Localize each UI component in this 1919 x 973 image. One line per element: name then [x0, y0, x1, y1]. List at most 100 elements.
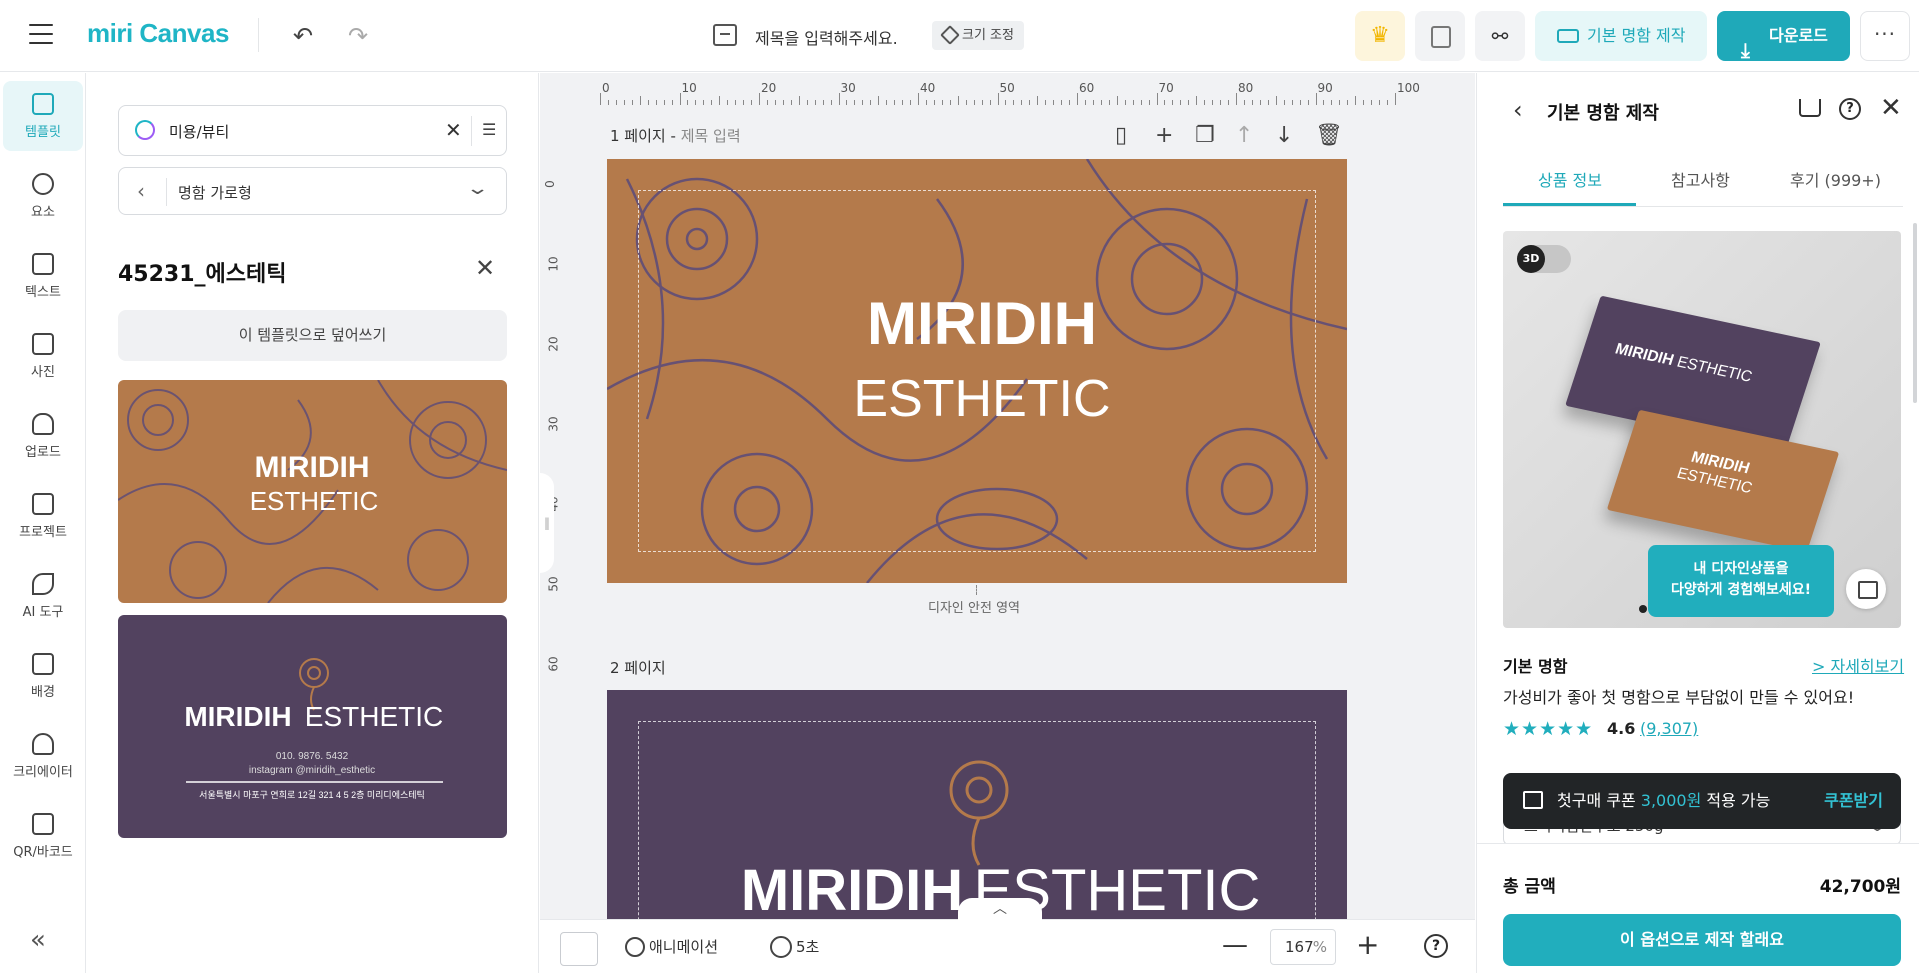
cart-icon[interactable]	[1799, 99, 1821, 117]
zoom-in-icon[interactable]: +	[1356, 928, 1379, 961]
panel-resize-handle[interactable]: ‖	[540, 473, 554, 573]
nav-background[interactable]: 배경	[3, 641, 83, 711]
coupon-banner[interactable]: 첫구매 쿠폰 3,000원 적용 가능 쿠폰받기	[1503, 773, 1901, 829]
folder-icon[interactable]	[713, 24, 737, 46]
rating-value: 4.6	[1607, 719, 1636, 738]
save-button[interactable]	[1415, 11, 1465, 61]
shapes-icon	[32, 173, 54, 195]
nav-ai-tools[interactable]: AI 도구	[3, 561, 83, 631]
nav-photos[interactable]: 사진	[3, 321, 83, 391]
nav-upload[interactable]: 업로드	[3, 401, 83, 471]
template-search[interactable]: 미용/뷰티 ✕ ☰	[118, 105, 507, 156]
duplicate-icon[interactable]: ❐	[1195, 123, 1215, 148]
tab-product-info[interactable]: 상품 정보	[1538, 167, 1602, 191]
thumb2-instagram: instagram @miridih_esthetic	[249, 765, 375, 776]
ruler-minor-tick	[695, 100, 697, 105]
move-up-icon[interactable]: ↑	[1235, 123, 1253, 148]
clear-search-icon[interactable]: ✕	[445, 118, 462, 142]
ruler-minor-tick	[925, 100, 927, 105]
template-thumbnail-front[interactable]: MIRIDIH ESTHETIC	[118, 380, 507, 603]
nav-creator[interactable]: 크리에이터	[3, 721, 83, 791]
ruler-minor-tick	[910, 100, 912, 105]
document-title-input[interactable]: 제목을 입력해주세요.	[755, 25, 898, 49]
nav-qr-barcode[interactable]: QR/바코드	[3, 801, 83, 871]
close-template-icon[interactable]: ✕	[475, 254, 495, 282]
nav-elements[interactable]: 요소	[3, 161, 83, 231]
search-input[interactable]: 미용/뷰티	[169, 121, 229, 142]
collapse-sidebar-icon[interactable]: «	[30, 925, 46, 955]
ruler-minor-tick	[862, 100, 864, 105]
thumb2-graphic: MIRIDIH ESTHETIC 010. 9876. 5432 instagr…	[184, 658, 443, 800]
tab-reviews[interactable]: 후기 (999+)	[1790, 167, 1881, 191]
ruler-minor-tick	[1124, 100, 1126, 105]
resize-button[interactable]: 크기 조정	[932, 21, 1024, 50]
ruler-minor-tick	[1053, 100, 1055, 105]
download-button[interactable]: ⤓ 다운로드	[1717, 11, 1850, 62]
ruler-minor-tick	[1164, 100, 1166, 105]
zoom-out-icon[interactable]: —	[1222, 930, 1248, 960]
page1-title-input[interactable]: 제목 입력	[681, 127, 741, 145]
more-options-button[interactable]: ···	[1860, 11, 1910, 61]
share-button[interactable]: ⚯	[1475, 11, 1525, 61]
image-icon	[32, 333, 54, 355]
redo-icon[interactable]: ↷	[344, 22, 372, 50]
ruler-minor-tick	[1148, 100, 1150, 105]
resize-label: 크기 조정	[962, 28, 1014, 43]
move-down-icon[interactable]: ↓	[1275, 123, 1293, 148]
ruler-minor-tick	[933, 100, 935, 105]
template-thumbnail-back[interactable]: MIRIDIH ESTHETIC 010. 9876. 5432 instagr…	[118, 615, 507, 838]
image-gallery-icon[interactable]	[1846, 569, 1886, 609]
help-icon[interactable]: ?	[1424, 934, 1448, 958]
page-1-canvas[interactable]: MIRIDIH ESTHETIC	[607, 159, 1347, 583]
undo-icon[interactable]: ↶	[289, 22, 317, 50]
delete-icon[interactable]: 🗑	[1315, 123, 1343, 148]
ruler-minor-tick	[671, 100, 673, 105]
ruler-minor-tick	[1307, 100, 1309, 105]
ruler-minor-tick	[1180, 100, 1182, 105]
filter-icon[interactable]: ☰	[482, 120, 496, 139]
get-coupon-button[interactable]: 쿠폰받기	[1824, 773, 1883, 829]
nav-label: 사진	[31, 365, 55, 380]
top-bar: miri Canvas ↶ ↷ 제목을 입력해주세요. 크기 조정 ♛ ⚯ 기본…	[0, 0, 1919, 72]
chevron-left-icon[interactable]: ‹	[137, 179, 145, 203]
hamburger-menu-icon[interactable]	[29, 24, 53, 46]
help-icon[interactable]: ?	[1839, 98, 1861, 120]
plus-icon[interactable]: +	[1155, 123, 1173, 148]
divider	[471, 116, 472, 146]
nav-templates[interactable]: 템플릿	[3, 81, 83, 151]
ruler-tick-label: 20	[546, 336, 561, 352]
ruler-minor-tick	[1005, 100, 1007, 105]
promo-tooltip[interactable]: 내 디자인상품을 다양하게 경험해보세요!	[1648, 545, 1834, 617]
overwrite-template-button[interactable]: 이 템플릿으로 덮어쓰기	[118, 310, 507, 361]
nav-label: 요소	[31, 205, 55, 220]
animation-button[interactable]: 애니메이션	[625, 936, 718, 957]
add-page-icon[interactable]: ▯	[1115, 123, 1127, 148]
order-button[interactable]: 이 옵션으로 제작 할래요	[1503, 914, 1901, 966]
toggle-3d[interactable]: 3D	[1517, 245, 1571, 273]
details-link[interactable]: > 자세히보기	[1812, 653, 1904, 677]
scrollbar[interactable]	[1913, 223, 1917, 403]
category-select[interactable]: ‹ 명함 가로형 ⌄	[118, 167, 507, 215]
duration-button[interactable]: 5초	[770, 936, 819, 958]
nav-projects[interactable]: 프로젝트	[3, 481, 83, 551]
zoom-input[interactable]: 167%	[1270, 929, 1336, 965]
ruler-minor-tick	[1387, 100, 1389, 105]
logo[interactable]: miri Canvas	[87, 18, 229, 49]
premium-crown-button[interactable]: ♛	[1355, 11, 1405, 61]
nav-text[interactable]: 텍스트	[3, 241, 83, 311]
ruler-minor-tick	[719, 96, 721, 105]
back-icon[interactable]: ‹	[1513, 96, 1523, 124]
canvas-area[interactable]: 0 10 20 30 40 50 60 70 80 90 100 0 10 20 30 40 50 60 ‖ 1…	[540, 73, 1475, 973]
thumb1-subtitle: ESTHETIC	[250, 486, 379, 516]
ruler-minor-tick	[846, 100, 848, 105]
ruler-minor-tick	[989, 100, 991, 105]
make-business-card-button[interactable]: 기본 명함 제작	[1535, 11, 1707, 61]
ruler-minor-tick	[703, 100, 705, 105]
close-icon[interactable]: ✕	[1880, 93, 1902, 123]
review-count-link[interactable]: (9,307)	[1640, 719, 1698, 738]
tab-notes[interactable]: 참고사항	[1671, 167, 1730, 191]
chevron-up-icon[interactable]: ︿	[958, 898, 1042, 920]
page-color-swatch[interactable]	[560, 932, 598, 966]
page1-label: 1 페이지 - 제목 입력	[610, 125, 741, 146]
carousel-dot[interactable]	[1639, 605, 1647, 613]
